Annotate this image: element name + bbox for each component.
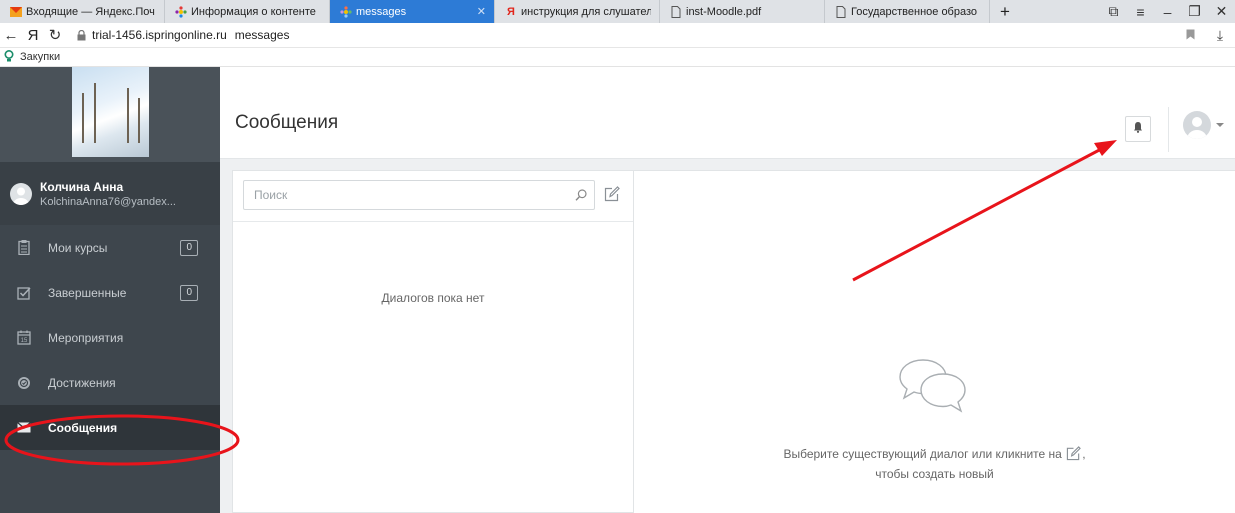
search-box[interactable] xyxy=(243,180,595,210)
search-input[interactable] xyxy=(254,188,568,202)
dialog-pane: Выберите существующий диалог или кликнит… xyxy=(634,170,1235,513)
profile-menu-button[interactable] xyxy=(1183,111,1224,139)
tab-label: Входящие — Яндекс.Поч xyxy=(26,5,155,18)
courses-icon xyxy=(14,240,34,255)
lightbulb-icon xyxy=(4,49,14,65)
document-icon xyxy=(835,5,847,18)
avatar xyxy=(1183,111,1211,139)
minimize-icon[interactable]: – xyxy=(1154,4,1181,20)
hint-comma: , xyxy=(1082,447,1086,461)
svg-text:15: 15 xyxy=(21,338,28,344)
ispring-icon xyxy=(175,5,187,18)
tab-gos[interactable]: Государственное образо xyxy=(825,0,990,23)
chevron-down-icon xyxy=(1216,123,1224,127)
sidebar-item-events[interactable]: 15 Мероприятия xyxy=(0,315,220,360)
search-icon[interactable] xyxy=(568,189,594,201)
yandex-logo[interactable]: Я xyxy=(22,27,44,44)
mail-icon xyxy=(10,6,22,18)
sidebar-item-completed[interactable]: Завершенные 0 xyxy=(0,270,220,315)
compose-icon[interactable] xyxy=(604,186,620,207)
bookmark-zakupki[interactable]: Закупки xyxy=(20,51,60,63)
url-domain: trial-1456.ispringonline.ru xyxy=(92,28,227,42)
envelope-icon xyxy=(14,422,34,433)
ispring-icon xyxy=(340,5,352,18)
cover-area xyxy=(0,67,220,162)
tab-label: Государственное образо xyxy=(851,5,978,18)
yandex-icon: Я xyxy=(507,5,515,18)
tabs-overview-icon[interactable]: ⧉ xyxy=(1100,3,1127,20)
sidebar-item-label: Завершенные xyxy=(48,285,127,300)
download-icon[interactable]: ⤓ xyxy=(1205,27,1235,44)
main-header: Сообщения xyxy=(220,67,1235,159)
restore-icon[interactable]: ❐ xyxy=(1181,3,1208,20)
winter-photo xyxy=(71,67,149,157)
chat-bubbles-icon xyxy=(897,356,969,419)
user-card[interactable]: Колчина Анна KolchinaAnna76@yandex... xyxy=(0,162,220,225)
calendar-icon: 15 xyxy=(14,330,34,345)
document-icon xyxy=(670,5,682,18)
bookmarks-bar: Закупки xyxy=(0,48,1235,67)
hint-text-line2: чтобы создать новый xyxy=(875,467,994,481)
tab-label: инструкция для слушател xyxy=(521,5,651,18)
sidebar-item-label: Мероприятия xyxy=(48,330,124,345)
count-badge: 0 xyxy=(180,284,198,301)
achievements-icon xyxy=(14,376,34,390)
tab-label: Информация о контенте xyxy=(191,5,316,18)
window-controls: ⧉ ≡ – ❐ ✕ xyxy=(1100,0,1235,23)
sidebar: Колчина Анна KolchinaAnna76@yandex... Мо… xyxy=(0,67,220,513)
tab-strip: Входящие — Яндекс.Поч Информация о конте… xyxy=(0,0,1235,23)
notifications-button[interactable] xyxy=(1125,116,1151,142)
count-badge: 0 xyxy=(180,239,198,256)
sidebar-item-messages[interactable]: Сообщения xyxy=(0,405,220,450)
avatar xyxy=(10,182,32,205)
reload-icon[interactable]: ↻ xyxy=(44,26,66,44)
user-email: KolchinaAnna76@yandex... xyxy=(40,195,176,208)
tab-instruction[interactable]: Я инструкция для слушател xyxy=(495,0,660,23)
tab-label: messages xyxy=(356,5,407,18)
messages-content: Диалогов пока нет Выберите существующий … xyxy=(220,159,1235,513)
new-tab-button[interactable]: + xyxy=(990,0,1020,23)
url-field[interactable]: trial-1456.ispringonline.ru messages xyxy=(92,28,289,42)
page-title: Сообщения xyxy=(235,112,339,133)
completed-icon xyxy=(14,286,34,300)
empty-dialogs-text: Диалогов пока нет xyxy=(381,291,485,305)
sidebar-item-label: Достижения xyxy=(48,375,116,390)
tab-pdf[interactable]: inst-Moodle.pdf xyxy=(660,0,825,23)
close-icon[interactable]: ✕ xyxy=(477,5,486,18)
close-window-icon[interactable]: ✕ xyxy=(1208,3,1235,20)
user-name: Колчина Анна xyxy=(40,179,124,194)
lock-icon[interactable] xyxy=(74,29,88,41)
menu-icon[interactable]: ≡ xyxy=(1127,4,1154,20)
select-dialog-hint: Выберите существующий диалог или кликнит… xyxy=(634,446,1235,483)
bell-icon xyxy=(1133,120,1143,138)
address-bar: ← Я ↻ trial-1456.ispringonline.ru message… xyxy=(0,23,1235,48)
sidebar-item-label: Мои курсы xyxy=(48,240,108,255)
sidebar-item-label: Сообщения xyxy=(48,420,118,435)
dialog-list-panel: Диалогов пока нет xyxy=(232,170,634,513)
url-path: messages xyxy=(234,28,290,42)
tab-messages[interactable]: messages ✕ xyxy=(330,0,495,23)
tab-content-info[interactable]: Информация о контенте xyxy=(165,0,330,23)
sidebar-item-achievements[interactable]: Достижения xyxy=(0,360,220,405)
header-divider xyxy=(1168,107,1169,152)
tab-mail[interactable]: Входящие — Яндекс.Поч xyxy=(0,0,165,23)
tab-label: inst-Moodle.pdf xyxy=(686,5,762,18)
sidebar-item-my-courses[interactable]: Мои курсы 0 xyxy=(0,225,220,270)
compose-icon[interactable] xyxy=(1066,446,1082,466)
bookmark-icon[interactable] xyxy=(1175,27,1205,43)
browser-window: Входящие — Яндекс.Поч Информация о конте… xyxy=(0,0,1235,513)
back-icon[interactable]: ← xyxy=(0,27,22,44)
hint-text-line1: Выберите существующий диалог или кликнит… xyxy=(783,447,1062,461)
divider xyxy=(233,221,633,222)
